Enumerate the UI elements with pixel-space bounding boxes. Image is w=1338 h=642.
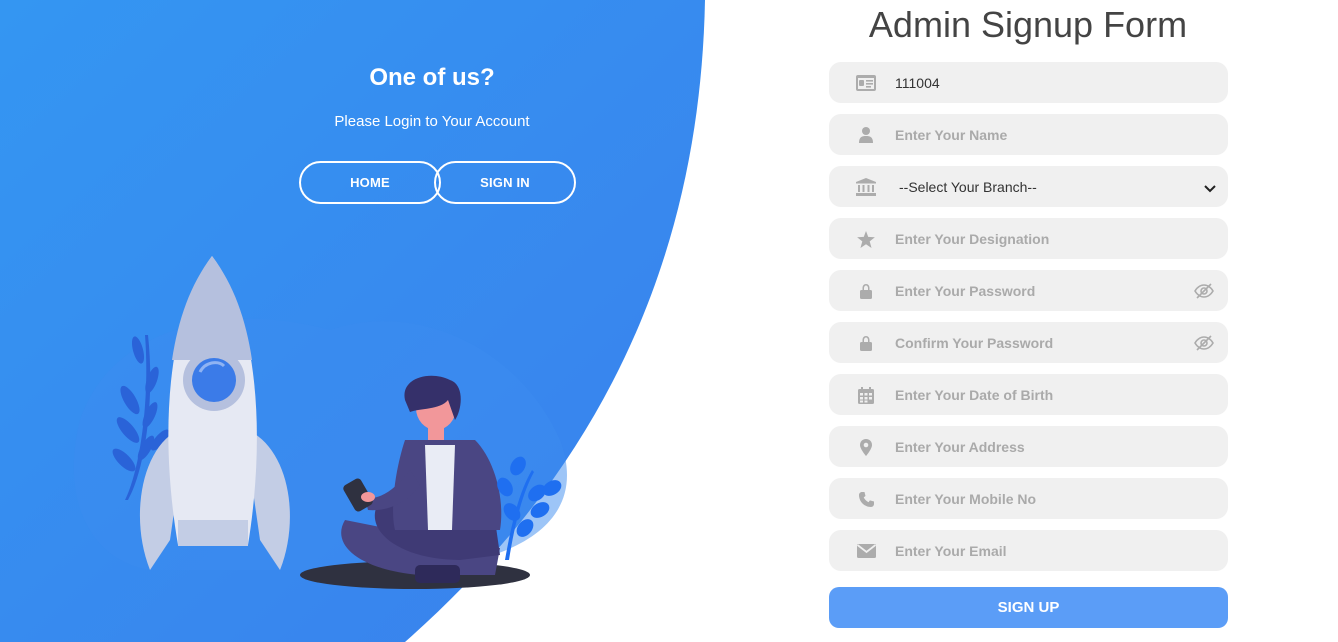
email-placeholder: Enter Your Email <box>895 543 1007 559</box>
chevron-down-icon[interactable] <box>1204 181 1216 193</box>
designation-placeholder: Enter Your Designation <box>895 231 1050 247</box>
bank-icon <box>856 177 876 197</box>
left-heading: One of us? <box>369 64 495 91</box>
user-icon <box>856 125 876 145</box>
admin-id-field[interactable]: 111004 <box>829 62 1228 103</box>
map-pin-icon <box>856 437 876 457</box>
calendar-icon <box>856 385 876 405</box>
confirm-password-input[interactable]: Confirm Your Password <box>829 322 1228 363</box>
phone-icon <box>856 489 876 509</box>
sign-in-button[interactable]: SIGN IN <box>434 161 576 204</box>
password-input[interactable]: Enter Your Password <box>829 270 1228 311</box>
left-panel: One of us? Please Login to Your Account … <box>0 0 700 642</box>
home-button[interactable]: HOME <box>299 161 441 204</box>
address-placeholder: Enter Your Address <box>895 439 1025 455</box>
name-placeholder: Enter Your Name <box>895 127 1008 143</box>
branch-select[interactable]: --Select Your Branch-- <box>829 166 1228 207</box>
date-of-birth-input[interactable]: Enter Your Date of Birth <box>829 374 1228 415</box>
address-input[interactable]: Enter Your Address <box>829 426 1228 467</box>
envelope-icon <box>856 541 876 561</box>
eye-slash-icon[interactable] <box>1194 335 1214 351</box>
id-card-icon <box>856 73 876 93</box>
rocket-illustration <box>73 256 568 589</box>
eye-slash-icon[interactable] <box>1194 283 1214 299</box>
star-icon <box>856 229 876 249</box>
left-subtitle: Please Login to Your Account <box>334 113 530 130</box>
mobile-placeholder: Enter Your Mobile No <box>895 491 1037 507</box>
email-input[interactable]: Enter Your Email <box>829 530 1228 571</box>
password-placeholder: Enter Your Password <box>895 283 1036 299</box>
mobile-input[interactable]: Enter Your Mobile No <box>829 478 1228 519</box>
form-title: Admin Signup Form <box>868 4 1188 45</box>
admin-id-value: 111004 <box>895 75 940 91</box>
sign-up-button[interactable]: SIGN UP <box>829 587 1228 628</box>
confirm-password-placeholder: Confirm Your Password <box>895 335 1054 351</box>
date-of-birth-placeholder: Enter Your Date of Birth <box>895 387 1054 403</box>
name-input[interactable]: Enter Your Name <box>829 114 1228 155</box>
lock-icon <box>856 281 876 301</box>
branch-selected-value: --Select Your Branch-- <box>899 179 1037 195</box>
designation-input[interactable]: Enter Your Designation <box>829 218 1228 259</box>
lock-icon <box>856 333 876 353</box>
